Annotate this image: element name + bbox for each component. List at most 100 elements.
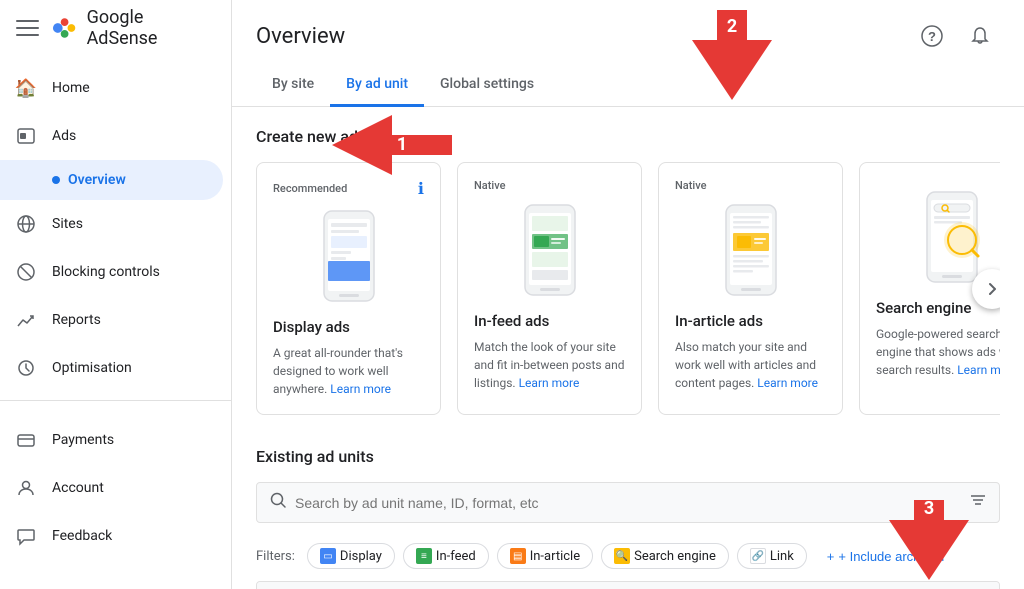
ad-card-in-article[interactable]: Native xyxy=(658,162,843,415)
sidebar: Google AdSense 🏠 Home Ads Overview xyxy=(0,0,232,589)
tab-by-site[interactable]: By site xyxy=(256,64,330,107)
overview-label: Overview xyxy=(68,172,126,188)
ad-card-name-infeed: In-feed ads xyxy=(474,312,625,330)
plus-icon: + xyxy=(827,549,835,564)
sidebar-item-feedback[interactable]: Feedback xyxy=(0,512,223,560)
sidebar-header: Google AdSense xyxy=(0,0,231,56)
ad-card-image-display xyxy=(273,206,424,306)
sidebar-item-home[interactable]: 🏠 Home xyxy=(0,64,223,112)
chevron-right-icon xyxy=(983,280,1000,298)
inarticle-ad-illustration xyxy=(711,203,791,298)
ad-card-desc-display: A great all-rounder that's designed to w… xyxy=(273,344,424,398)
blocking-label: Blocking controls xyxy=(52,264,160,280)
main-header: Overview ? xyxy=(232,0,1024,56)
help-button[interactable]: ? xyxy=(912,16,952,56)
ad-card-name-inarticle: In-article ads xyxy=(675,312,826,330)
display-ad-illustration xyxy=(309,209,389,304)
display-learn-more[interactable]: Learn more xyxy=(330,382,391,396)
sites-label: Sites xyxy=(52,216,83,232)
search-input[interactable] xyxy=(295,495,969,511)
ad-card-desc-inarticle: Also match your site and work well with … xyxy=(675,338,826,392)
svg-text:?: ? xyxy=(928,29,936,44)
search-learn-more[interactable]: Learn more xyxy=(957,363,1000,377)
ads-icon xyxy=(16,126,36,146)
tab-by-ad-unit[interactable]: By ad unit xyxy=(330,64,424,107)
ad-card-image-inarticle xyxy=(675,200,826,300)
ad-card-desc-infeed: Match the look of your site and fit in-b… xyxy=(474,338,625,392)
reports-label: Reports xyxy=(52,312,101,328)
feedback-label: Feedback xyxy=(52,528,112,544)
account-icon xyxy=(16,478,36,498)
google-g-icon xyxy=(51,14,78,42)
sidebar-item-payments[interactable]: Payments xyxy=(0,416,223,464)
sidebar-item-reports[interactable]: Reports xyxy=(0,296,223,344)
brand-name: Google AdSense xyxy=(87,7,215,49)
display-chip-icon: ▭ xyxy=(320,548,336,564)
filter-chip-link[interactable]: 🔗 Link xyxy=(737,543,807,569)
ad-card-badge-inarticle: Native xyxy=(675,179,826,192)
sidebar-item-ads[interactable]: Ads xyxy=(0,112,223,160)
help-icon: ? xyxy=(921,25,943,47)
ad-card-image-infeed xyxy=(474,200,625,300)
sidebar-item-label: Home xyxy=(52,80,90,96)
ad-card-desc-search: Google-powered search engine that shows … xyxy=(876,325,1000,379)
sidebar-item-overview[interactable]: Overview xyxy=(0,160,223,200)
link-chip-icon: 🔗 xyxy=(750,548,766,564)
inarticle-learn-more[interactable]: Learn more xyxy=(757,376,818,390)
brand-logo: Google AdSense xyxy=(51,7,215,49)
filter-chip-search-engine[interactable]: 🔍 Search engine xyxy=(601,543,729,569)
search-ad-illustration xyxy=(912,190,992,285)
account-label: Account xyxy=(52,480,104,496)
create-section-title: Create new ad unit xyxy=(256,127,1000,146)
sidebar-item-optimisation[interactable]: Optimisation xyxy=(0,344,223,392)
sidebar-item-sites[interactable]: Sites xyxy=(0,200,223,248)
home-icon: 🏠 xyxy=(16,78,36,98)
filter-chip-display[interactable]: ▭ Display xyxy=(307,543,395,569)
infeed-learn-more[interactable]: Learn more xyxy=(519,376,580,390)
blocking-icon xyxy=(16,262,36,282)
existing-ad-units-section: Existing ad units xyxy=(256,447,1000,589)
tabs-bar: By site By ad unit Global settings xyxy=(232,64,1024,107)
search-chip-icon: 🔍 xyxy=(614,548,630,564)
ad-card-in-feed[interactable]: Native xyxy=(457,162,642,415)
optimisation-icon xyxy=(16,358,36,378)
notifications-button[interactable] xyxy=(960,16,1000,56)
info-icon-display[interactable]: ℹ xyxy=(418,179,424,198)
feedback-icon xyxy=(16,526,36,546)
ad-unit-cards-container: Recommended ℹ xyxy=(256,162,1000,415)
menu-icon[interactable] xyxy=(16,16,39,40)
sites-icon xyxy=(16,214,36,234)
sidebar-nav: 🏠 Home Ads Overview xyxy=(0,56,231,589)
filter-chip-inarticle[interactable]: ▤ In-article xyxy=(497,543,593,569)
filter-options-icon[interactable] xyxy=(969,491,987,514)
ad-card-display[interactable]: Recommended ℹ xyxy=(256,162,441,415)
existing-section-title: Existing ad units xyxy=(256,447,1000,466)
filter-chip-infeed[interactable]: ≡ In-feed xyxy=(403,543,489,569)
tab-global-settings[interactable]: Global settings xyxy=(424,64,550,107)
sidebar-item-account[interactable]: Account xyxy=(0,464,223,512)
create-ad-unit-section: Create new ad unit Recommended ℹ xyxy=(256,127,1000,415)
optimisation-label: Optimisation xyxy=(52,360,132,376)
ad-card-badge-infeed: Native xyxy=(474,179,625,192)
page-title: Overview xyxy=(256,24,345,49)
main-content: Overview ? By site By ad unit Global set… xyxy=(232,0,1024,589)
filters-row: Filters: ▭ Display ≡ In-feed ▤ In-articl… xyxy=(256,535,1000,577)
bell-icon xyxy=(969,25,991,47)
inarticle-chip-icon: ▤ xyxy=(510,548,526,564)
header-icons: ? xyxy=(912,16,1000,56)
sidebar-item-blocking-controls[interactable]: Blocking controls xyxy=(0,248,223,296)
ads-label: Ads xyxy=(52,128,76,144)
infeed-chip-icon: ≡ xyxy=(416,548,432,564)
ad-card-badge-display: Recommended ℹ xyxy=(273,179,424,198)
ad-units-table: Name Format Last modified ↓ myadcode Dis… xyxy=(256,581,1000,589)
reports-icon xyxy=(16,310,36,330)
search-bar xyxy=(256,482,1000,523)
active-dot xyxy=(52,176,60,184)
content-area: Create new ad unit Recommended ℹ xyxy=(232,107,1024,589)
search-icon xyxy=(269,491,287,514)
include-archived-button[interactable]: + + Include archived xyxy=(815,545,956,568)
payments-label: Payments xyxy=(52,432,114,448)
infeed-ad-illustration xyxy=(510,203,590,298)
payments-icon xyxy=(16,430,36,450)
ad-card-name-display: Display ads xyxy=(273,318,424,336)
